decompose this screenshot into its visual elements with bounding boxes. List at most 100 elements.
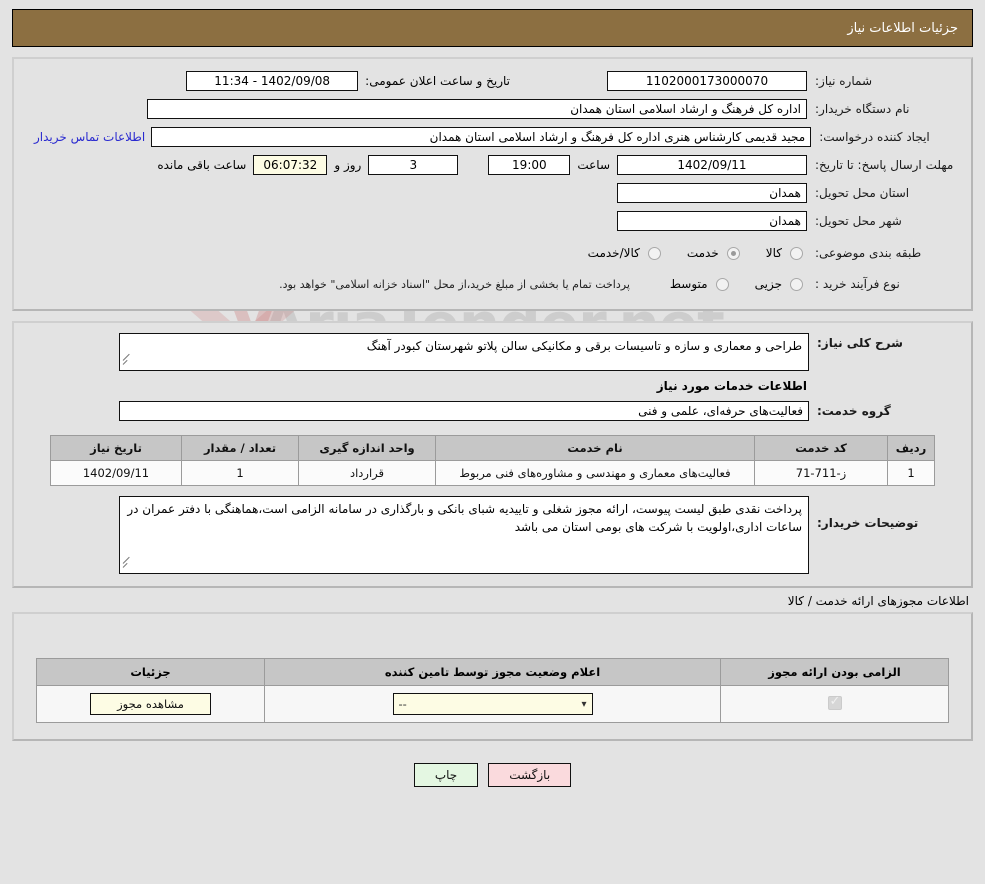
resize-grip-icon[interactable] bbox=[123, 360, 132, 369]
col-permit-status: اعلام وضعیت مجوز توسط تامین کننده bbox=[264, 658, 721, 686]
buyer-notes-label: توضیحات خریدار: bbox=[817, 516, 919, 530]
process-option-label: جزیی bbox=[754, 277, 782, 291]
row-buyer-notes: توضیحات خریدار: پرداخت نقدی طبق لیست پیو… bbox=[28, 496, 957, 574]
province-label: استان محل تحویل: bbox=[815, 185, 910, 200]
description-textarea[interactable]: طراحی و معماری و سازه و تاسیسات برقی و م… bbox=[119, 333, 809, 371]
radio-icon-selected[interactable] bbox=[726, 246, 740, 260]
deadline-hour: 19:00 bbox=[488, 155, 571, 175]
time-remaining-label: ساعت باقی مانده bbox=[157, 158, 247, 172]
row-need-number: شماره نیاز: 1102000173000070 تاریخ و ساع… bbox=[28, 67, 957, 95]
creator-label: ایجاد کننده درخواست: bbox=[819, 129, 930, 144]
cell-permit-details: مشاهده مجوز bbox=[36, 685, 265, 723]
buyer-notes-textarea[interactable]: پرداخت نقدی طبق لیست پیوست، ارائه مجوز ش… bbox=[119, 496, 809, 574]
process-label: نوع فرآیند خرید : bbox=[815, 276, 900, 291]
creator-value: مجید قدیمی کارشناس هنری اداره کل فرهنگ و… bbox=[151, 127, 812, 147]
cell-service-name: فعالیت‌های معماری و مهندسی و مشاوره‌های … bbox=[435, 460, 755, 486]
deadline-hour-label: ساعت bbox=[577, 158, 610, 172]
cell-quantity: 1 bbox=[181, 460, 299, 486]
time-remaining: 06:07:32 bbox=[253, 155, 328, 175]
permits-table: الزامی بودن ارائه مجوز اعلام وضعیت مجوز … bbox=[36, 658, 949, 723]
need-details-panel: شرح کلی نیاز: طراحی و معماری و سازه و تا… bbox=[12, 321, 973, 588]
col-index: ردیف bbox=[887, 435, 935, 461]
footer-buttons: بازگشت چاپ bbox=[0, 763, 985, 787]
category-option-label: کالا/خدمت bbox=[587, 246, 640, 260]
cell-unit: قرارداد bbox=[298, 460, 436, 486]
need-number-value: 1102000173000070 bbox=[607, 71, 807, 91]
services-table: ردیف کد خدمت نام خدمت واحد اندازه گیری ت… bbox=[50, 435, 935, 486]
radio-icon[interactable] bbox=[790, 277, 803, 291]
row-service-group: گروه خدمت: فعالیت‌های حرفه‌ای، علمی و فن… bbox=[28, 397, 957, 425]
col-permit-details: جزئیات bbox=[36, 658, 265, 686]
services-table-header-row: ردیف کد خدمت نام خدمت واحد اندازه گیری ت… bbox=[50, 435, 935, 461]
table-row: ▾ -- مشاهده مجوز bbox=[36, 685, 949, 723]
permits-panel: الزامی بودن ارائه مجوز اعلام وضعیت مجوز … bbox=[12, 612, 973, 741]
cell-service-code: ز-711-71 bbox=[754, 460, 888, 486]
resize-grip-icon[interactable] bbox=[123, 563, 132, 572]
category-option-label: خدمت bbox=[686, 246, 719, 260]
deadline-date: 1402/09/11 bbox=[617, 155, 807, 175]
province-value: همدان bbox=[617, 183, 807, 203]
permits-section-label: اطلاعات مجوزهای ارائه خدمت / کالا bbox=[787, 594, 969, 608]
permits-table-header-row: الزامی بودن ارائه مجوز اعلام وضعیت مجوز … bbox=[36, 658, 949, 686]
radio-icon[interactable] bbox=[715, 277, 729, 291]
days-label: روز و bbox=[334, 158, 362, 172]
row-deadline: مهلت ارسال پاسخ: تا تاریخ: 1402/09/11 سا… bbox=[28, 151, 957, 179]
category-option-kala-khedmat[interactable]: کالا/خدمت bbox=[588, 246, 665, 260]
service-group-label: گروه خدمت: bbox=[817, 403, 891, 418]
radio-icon[interactable] bbox=[790, 246, 803, 260]
col-quantity: تعداد / مقدار bbox=[181, 435, 299, 461]
category-option-kala[interactable]: کالا bbox=[766, 246, 807, 260]
page-title: جزئیات اطلاعات نیاز bbox=[847, 20, 958, 36]
process-radio-group: جزیی متوسط bbox=[648, 277, 807, 291]
description-label: شرح کلی نیاز: bbox=[817, 336, 903, 350]
need-number-label: شماره نیاز: bbox=[815, 73, 872, 88]
permit-status-value: -- bbox=[398, 697, 407, 711]
col-need-date: تاریخ نیاز bbox=[50, 435, 182, 461]
city-label: شهر محل تحویل: bbox=[815, 213, 902, 228]
services-section-title: اطلاعات خدمات مورد نیاز bbox=[656, 379, 807, 393]
process-option-label: متوسط bbox=[669, 277, 708, 291]
main-info-panel: شماره نیاز: 1102000173000070 تاریخ و ساع… bbox=[12, 57, 973, 311]
category-label: طبقه بندی موضوعی: bbox=[815, 245, 922, 260]
days-remaining: 3 bbox=[368, 155, 459, 175]
cell-permit-required bbox=[720, 685, 949, 723]
cell-index: 1 bbox=[887, 460, 935, 486]
category-option-label: کالا bbox=[765, 246, 782, 260]
process-option-motevaset[interactable]: متوسط bbox=[670, 277, 733, 291]
service-group-value: فعالیت‌های حرفه‌ای، علمی و فنی bbox=[119, 401, 809, 421]
row-description: شرح کلی نیاز: طراحی و معماری و سازه و تا… bbox=[28, 333, 957, 371]
col-permit-required: الزامی بودن ارائه مجوز bbox=[720, 658, 949, 686]
row-category: طبقه بندی موضوعی: کالا خدمت کالا/خدمت bbox=[28, 235, 957, 267]
view-permit-button[interactable]: مشاهده مجوز bbox=[90, 693, 211, 715]
row-process-type: نوع فرآیند خرید : جزیی متوسط پرداخت تمام… bbox=[28, 267, 957, 301]
col-unit: واحد اندازه گیری bbox=[298, 435, 436, 461]
page-header: جزئیات اطلاعات نیاز bbox=[12, 9, 973, 47]
print-button[interactable]: چاپ bbox=[413, 763, 479, 787]
col-service-name: نام خدمت bbox=[435, 435, 755, 461]
category-radio-group: کالا خدمت کالا/خدمت bbox=[566, 246, 807, 260]
row-province: استان محل تحویل: همدان bbox=[28, 179, 957, 207]
process-note: پرداخت تمام یا بخشی از مبلغ خرید،از محل … bbox=[279, 277, 630, 291]
permit-required-checkbox[interactable] bbox=[827, 694, 842, 710]
announce-label: تاریخ و ساعت اعلان عمومی: bbox=[365, 74, 510, 88]
cell-permit-status: ▾ -- bbox=[264, 685, 721, 723]
row-buyer-org: نام دستگاه خریدار: اداره کل فرهنگ و ارشا… bbox=[28, 95, 957, 123]
cell-need-date: 1402/09/11 bbox=[50, 460, 182, 486]
deadline-label: مهلت ارسال پاسخ: تا تاریخ: bbox=[815, 157, 954, 172]
services-table-wrap: ردیف کد خدمت نام خدمت واحد اندازه گیری ت… bbox=[50, 435, 935, 486]
row-creator: ایجاد کننده درخواست: مجید قدیمی کارشناس … bbox=[28, 123, 957, 151]
announce-value: 1402/09/08 - 11:34 bbox=[186, 71, 359, 91]
row-city: شهر محل تحویل: همدان bbox=[28, 207, 957, 235]
buyer-org-value: اداره کل فرهنگ و ارشاد اسلامی استان همدا… bbox=[147, 99, 807, 119]
buyer-contact-link[interactable]: اطلاعات تماس خریدار bbox=[28, 130, 151, 144]
process-option-jozii[interactable]: جزیی bbox=[755, 277, 807, 291]
chevron-down-icon: ▾ bbox=[581, 698, 587, 710]
permit-status-select[interactable]: ▾ -- bbox=[392, 693, 593, 715]
table-row: 1 ز-711-71 فعالیت‌های معماری و مهندسی و … bbox=[50, 460, 935, 486]
radio-icon[interactable] bbox=[647, 246, 661, 260]
buyer-org-label: نام دستگاه خریدار: bbox=[815, 101, 910, 116]
back-button[interactable]: بازگشت bbox=[488, 763, 572, 787]
category-option-khedmat[interactable]: خدمت bbox=[687, 246, 744, 260]
city-value: همدان bbox=[617, 211, 807, 231]
col-service-code: کد خدمت bbox=[754, 435, 888, 461]
